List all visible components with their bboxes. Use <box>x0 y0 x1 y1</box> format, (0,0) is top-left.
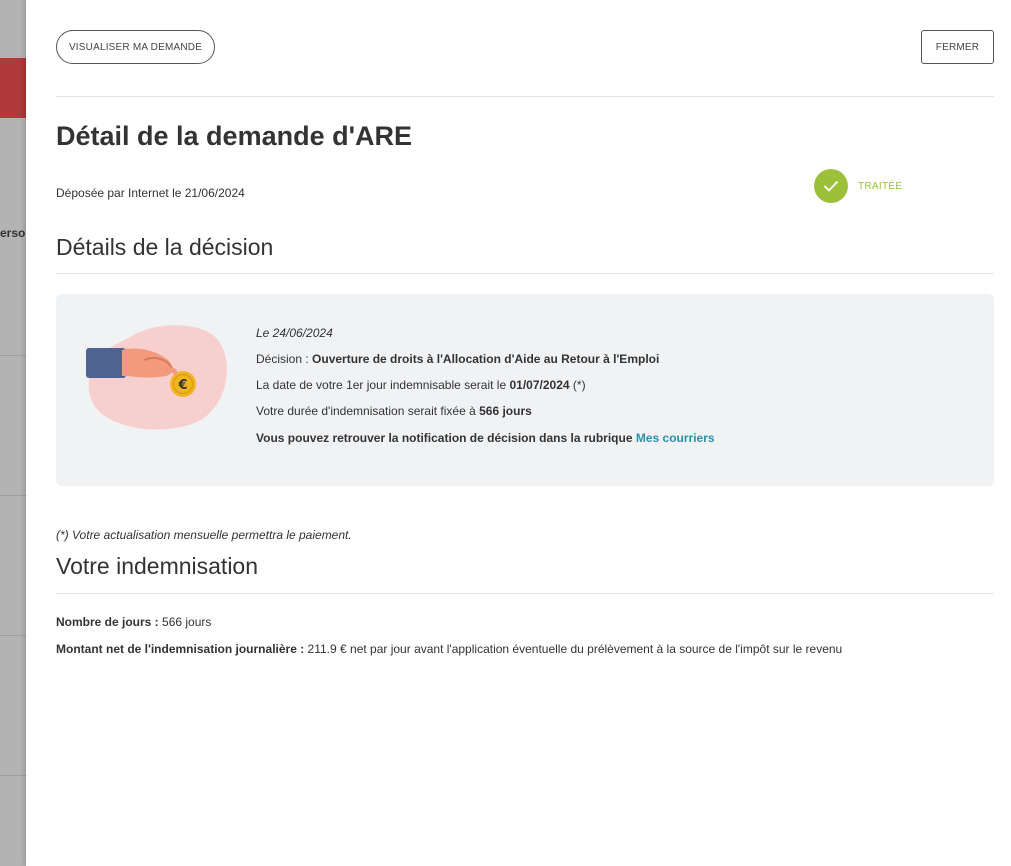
indemnisation-section-heading: Votre indemnisation <box>56 553 259 579</box>
decision-card: € Le 24/06/2024 Décision : Ouverture de … <box>56 294 994 486</box>
svg-text:€: € <box>177 378 187 393</box>
duration-value: 566 jours <box>479 404 532 418</box>
notification-line: Vous pouvez retrouver la notification de… <box>256 431 715 445</box>
amount-info: Montant net de l'indemnisation journaliè… <box>56 642 842 656</box>
amount-label: Montant net de l'indemnisation journaliè… <box>56 642 305 656</box>
decision-date: Le 24/06/2024 <box>256 326 333 340</box>
days-label: Nombre de jours : <box>56 615 159 629</box>
amount-value: 211.9 € net par jour avant l'application… <box>307 642 843 656</box>
decision-section-heading: Détails de la décision <box>56 234 274 260</box>
decision-label: Décision : <box>256 352 309 366</box>
background-page <box>0 0 26 866</box>
background-divider <box>0 355 26 356</box>
first-day-line: La date de votre 1er jour indemnisable s… <box>256 378 586 392</box>
page-title: Détail de la demande d'ARE <box>56 121 413 151</box>
background-red-banner <box>0 58 26 118</box>
divider <box>56 273 994 274</box>
duration-line: Votre durée d'indemnisation serait fixée… <box>256 404 532 418</box>
decision-line: Décision : Ouverture de droits à l'Alloc… <box>256 352 659 366</box>
request-detail-panel: VISUALISER MA DEMANDE FERMER Détail de l… <box>26 0 1011 866</box>
view-request-button[interactable]: VISUALISER MA DEMANDE <box>56 30 215 64</box>
mes-courriers-link[interactable]: Mes courriers <box>636 431 715 445</box>
status-check-icon <box>814 169 848 203</box>
status-badge: TRAITÉE <box>858 181 903 192</box>
background-divider <box>0 775 26 776</box>
first-day-text: La date de votre 1er jour indemnisable s… <box>256 378 507 392</box>
divider <box>56 593 994 594</box>
divider <box>56 96 994 97</box>
first-day-date: 01/07/2024 <box>509 378 570 392</box>
first-day-suffix: (*) <box>572 378 586 392</box>
days-value: 566 jours <box>162 615 212 629</box>
deposit-text: Déposée par Internet le 21/06/2024 <box>56 186 245 200</box>
close-button[interactable]: FERMER <box>921 30 994 64</box>
footnote: (*) Votre actualisation mensuelle permet… <box>56 528 352 542</box>
decision-value: Ouverture de droits à l'Allocation d'Aid… <box>312 352 660 366</box>
days-info: Nombre de jours : 566 jours <box>56 615 211 629</box>
background-partial-text: ersoi <box>0 226 26 240</box>
notification-text: Vous pouvez retrouver la notification de… <box>256 431 633 445</box>
background-divider <box>0 635 26 636</box>
hand-coin-illustration: € <box>86 325 227 430</box>
background-divider <box>0 495 26 496</box>
duration-text: Votre durée d'indemnisation serait fixée… <box>256 404 476 418</box>
